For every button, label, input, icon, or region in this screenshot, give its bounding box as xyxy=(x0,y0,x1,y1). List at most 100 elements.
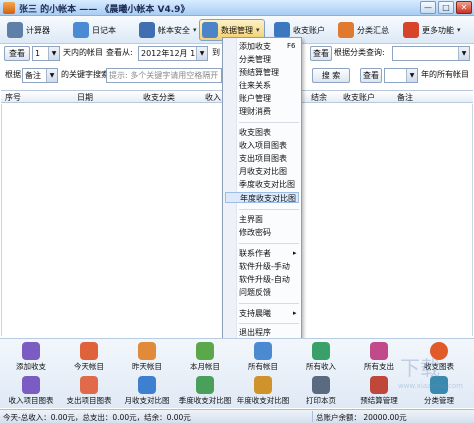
chevron-down-icon: ▼ xyxy=(196,47,207,60)
search-button[interactable]: 搜 索 xyxy=(312,68,350,83)
keyword-input[interactable]: 提示: 多个关键字请用空格隔开 xyxy=(106,68,222,83)
quick-label: 昨天帐目 xyxy=(132,362,162,371)
quick-label: 预结算管理 xyxy=(360,396,398,405)
pie-chart-icon xyxy=(430,342,448,360)
menu-item-charts[interactable]: 收支图表 xyxy=(239,127,271,138)
month-icon xyxy=(196,342,214,360)
year-suffix-label: 年的所有帐目 xyxy=(421,70,469,79)
notebook-button[interactable]: 日记本 xyxy=(70,19,121,41)
quick-charts[interactable]: 收支图表 xyxy=(412,341,466,373)
column-header-balance[interactable]: 结余 xyxy=(311,92,327,103)
menu-item-budget-management[interactable]: 预结算管理 xyxy=(239,67,279,78)
income-chart-icon xyxy=(22,376,40,394)
menu-item-support[interactable]: 支持晨曦 xyxy=(239,308,271,319)
menu-item-category-management[interactable]: 分类管理 xyxy=(239,54,271,65)
menu-item-contact-author[interactable]: 联系作者 xyxy=(239,248,271,259)
calculator-button[interactable]: 计算器 xyxy=(4,19,55,41)
month-compare-icon xyxy=(138,376,156,394)
yesterday-icon xyxy=(138,342,156,360)
quick-label: 今天帐目 xyxy=(74,362,104,371)
quick-label: 打印本页 xyxy=(306,396,336,405)
quarter-compare-icon xyxy=(196,376,214,394)
expense-icon xyxy=(370,342,388,360)
menu-item-upgrade-auto[interactable]: 软件升级-自动 xyxy=(239,274,290,285)
column-header-index[interactable]: 序号 xyxy=(5,92,21,103)
more-icon xyxy=(403,22,419,38)
quick-quarter-compare[interactable]: 季度收支对比图 xyxy=(178,375,232,407)
column-header-account[interactable]: 收支账户 xyxy=(343,92,375,103)
quick-print[interactable]: 打印本页 xyxy=(294,375,348,407)
menu-item-label: 软件升级-手动 xyxy=(239,262,290,271)
view-days-button[interactable]: 查看 xyxy=(4,46,30,61)
menu-item-account-management[interactable]: 账户管理 xyxy=(239,93,271,104)
quick-label: 季度收支对比图 xyxy=(178,396,232,405)
quick-all-income[interactable]: 所有收入 xyxy=(294,341,348,373)
menu-item-income-chart[interactable]: 收入项目图表 xyxy=(239,140,287,151)
menu-separator xyxy=(239,243,299,244)
print-icon xyxy=(312,376,330,394)
menu-item-upgrade-manual[interactable]: 软件升级-手动 xyxy=(239,261,290,272)
quick-label: 分类管理 xyxy=(424,396,454,405)
quick-income-chart[interactable]: 收入项目图表 xyxy=(4,375,58,407)
menu-item-yearly-compare[interactable]: 年度收支对比图 xyxy=(225,192,299,203)
menu-item-change-password[interactable]: 修改密码 xyxy=(239,227,271,238)
quick-add-entry[interactable]: 添加收支 xyxy=(4,341,58,373)
quick-today[interactable]: 今天帐目 xyxy=(62,341,116,373)
quick-year-compare[interactable]: 年度收支对比图 xyxy=(236,375,290,407)
quick-yesterday[interactable]: 昨天帐目 xyxy=(120,341,174,373)
close-button[interactable]: ✕ xyxy=(456,1,472,14)
quick-month-compare[interactable]: 月收支对比图 xyxy=(120,375,174,407)
column-header-date[interactable]: 日期 xyxy=(77,92,93,103)
menu-item-label: 主界面 xyxy=(239,215,263,224)
category-icon xyxy=(430,376,448,394)
menu-item-quarterly-compare[interactable]: 季度收支对比图 xyxy=(239,179,295,190)
quick-budget[interactable]: 预结算管理 xyxy=(352,375,406,407)
more-functions-button[interactable]: 更多功能 ▾ xyxy=(400,19,466,41)
window-controls: — □ ✕ xyxy=(420,1,472,14)
ledger-security-button[interactable]: 帐本安全 ▾ xyxy=(136,19,202,41)
quick-all-entries[interactable]: 所有帐目 xyxy=(236,341,290,373)
quick-category[interactable]: 分类管理 xyxy=(412,375,466,407)
menu-item-label: 收支图表 xyxy=(239,128,271,137)
menu-item-feedback[interactable]: 问题反馈 xyxy=(239,287,271,298)
menu-item-label: 理财消费 xyxy=(239,107,271,116)
menu-item-label: 账户管理 xyxy=(239,94,271,103)
menu-item-add-entry[interactable]: 添加收支 xyxy=(239,41,271,52)
year-select[interactable]: ▼ xyxy=(384,68,418,83)
column-header-notes[interactable]: 备注 xyxy=(397,92,413,103)
field-value: 备注 xyxy=(25,71,41,80)
category-select[interactable]: ▼ xyxy=(392,46,470,61)
menu-item-monthly-compare[interactable]: 月收支对比图 xyxy=(239,166,287,177)
category-summary-button[interactable]: 分类汇总 xyxy=(335,19,394,41)
chevron-down-icon: ▼ xyxy=(458,47,469,60)
data-management-label: 数据管理 xyxy=(221,25,253,35)
menu-separator xyxy=(239,209,299,210)
quick-this-month[interactable]: 本月帐目 xyxy=(178,341,232,373)
column-header-income[interactable]: 收入 xyxy=(205,92,221,103)
minimize-button[interactable]: — xyxy=(420,1,436,14)
expense-chart-icon xyxy=(80,376,98,394)
quick-label: 所有支出 xyxy=(364,362,394,371)
budget-icon xyxy=(370,376,388,394)
quick-label: 年度收支对比图 xyxy=(236,396,290,405)
maximize-button[interactable]: □ xyxy=(438,1,454,14)
field-select[interactable]: 备注 ▼ xyxy=(22,68,58,83)
chevron-down-icon: ▾ xyxy=(193,26,197,34)
menu-item-finance[interactable]: 理财消费 xyxy=(239,106,271,117)
quick-expense-chart[interactable]: 支出项目图表 xyxy=(62,375,116,407)
view-year-button[interactable]: 查看 xyxy=(360,68,382,83)
menu-item-label: 往来关系 xyxy=(239,81,271,90)
shield-icon xyxy=(139,22,155,38)
category-summary-label: 分类汇总 xyxy=(357,25,389,35)
menu-item-exit[interactable]: 退出程序 xyxy=(239,327,271,338)
date-from-picker[interactable]: 2012年12月 1日 ▼ xyxy=(138,46,208,61)
quick-all-expense[interactable]: 所有支出 xyxy=(352,341,406,373)
menu-separator xyxy=(239,122,299,123)
menu-item-expense-chart[interactable]: 支出项目图表 xyxy=(239,153,287,164)
menu-item-main-screen[interactable]: 主界面 xyxy=(239,214,263,225)
quick-label: 月收支对比图 xyxy=(124,396,170,405)
column-header-category[interactable]: 收支分类 xyxy=(143,92,175,103)
days-select[interactable]: 1 ▼ xyxy=(32,46,60,61)
view-range-button[interactable]: 查看 xyxy=(310,46,332,61)
menu-item-contacts[interactable]: 往来关系 xyxy=(239,80,271,91)
